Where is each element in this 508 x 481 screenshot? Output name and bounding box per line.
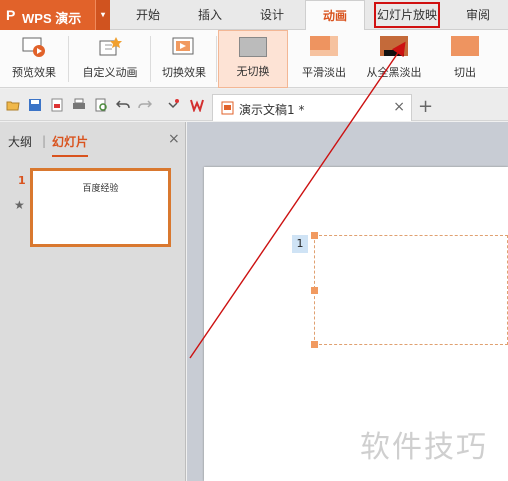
save-icon[interactable] [28, 98, 42, 112]
close-document-icon[interactable]: × [393, 99, 405, 115]
tab-animation[interactable]: 动画 [305, 0, 365, 31]
panel-tab-divider: | [42, 134, 47, 148]
ribbon-divider [150, 36, 151, 82]
resize-handle[interactable] [311, 232, 318, 239]
tab-review[interactable]: 审阅 [450, 0, 506, 30]
no-transition-thumb [239, 37, 267, 57]
cut-out-label: 切出 [454, 66, 476, 79]
export-pdf-icon[interactable] [50, 98, 64, 112]
ribbon-divider [68, 36, 69, 82]
watermark: 软件技巧 [360, 430, 488, 465]
slide-thumbnail[interactable]: 百度经验 [30, 168, 171, 247]
document-tab[interactable]: 演示文稿1 * × [212, 94, 412, 121]
fade-from-black-thumb [380, 36, 408, 56]
ribbon-divider [216, 36, 217, 82]
document-title: 演示文稿1 * [239, 103, 305, 117]
panel-tabs: 大纲 | 幻灯片 × [0, 122, 186, 157]
slide-thumbnail-title: 百度经验 [82, 184, 119, 194]
preview-effect-button[interactable]: 预览效果 [2, 30, 66, 88]
transition-effect-icon [172, 37, 194, 55]
print-icon[interactable] [72, 98, 86, 112]
preview-icon [22, 37, 45, 57]
custom-animation-icon [99, 37, 122, 56]
app-menu-button[interactable]: P WPS 演示 ▾ [0, 0, 110, 30]
tab-start[interactable]: 开始 [122, 0, 174, 30]
slide-number: 1 [18, 174, 26, 187]
custom-animation-button[interactable]: 自定义动画 [74, 30, 146, 88]
fade-from-black-label: 从全黑淡出 [366, 66, 422, 79]
ribbon: 预览效果 自定义动画 切换效果 无切换 平滑淡出 从全黑淡出 切出 [0, 30, 508, 88]
new-tab-icon[interactable]: + [418, 96, 433, 117]
presentation-file-icon [221, 101, 234, 115]
preview-effect-label: 预览效果 [12, 66, 56, 79]
text-placeholder[interactable] [311, 232, 508, 348]
cut-out-thumb [451, 36, 479, 56]
wps-logo-glyph: P [6, 7, 16, 23]
fade-smooth-thumb [310, 36, 338, 56]
smooth-fade-button[interactable]: 平滑淡出 [292, 30, 356, 88]
no-transition-button[interactable]: 无切换 [218, 30, 288, 88]
undo-icon[interactable] [116, 98, 130, 112]
smooth-fade-label: 平滑淡出 [302, 66, 346, 79]
transition-effect-label: 切换效果 [162, 66, 206, 79]
custom-animation-label: 自定义动画 [82, 66, 138, 79]
animation-star-icon: ★ [14, 198, 25, 212]
placeholder-number: 1 [292, 235, 308, 253]
wps-logo-icon[interactable] [190, 98, 204, 112]
no-transition-label: 无切换 [236, 65, 270, 78]
fade-from-black-button[interactable]: 从全黑淡出 [360, 30, 428, 88]
transition-effect-button[interactable]: 切换效果 [154, 30, 214, 88]
menu-bar: P WPS 演示 ▾ 开始 插入 设计 动画 幻灯片放映 审阅 [0, 0, 508, 31]
open-folder-icon[interactable] [6, 98, 20, 112]
customize-dropdown-icon[interactable] [166, 98, 180, 112]
slide-panel: 大纲 | 幻灯片 × 1 ★ 百度经验 [0, 122, 186, 481]
app-dropdown-icon[interactable]: ▾ [95, 0, 110, 30]
print-preview-icon[interactable] [94, 98, 108, 112]
tab-slides[interactable]: 幻灯片 [52, 133, 89, 157]
tab-insert[interactable]: 插入 [182, 0, 238, 30]
tab-design[interactable]: 设计 [244, 0, 300, 30]
resize-handle[interactable] [311, 341, 318, 348]
cut-out-button[interactable]: 切出 [436, 30, 494, 88]
tab-slideshow[interactable]: 幻灯片放映 [374, 2, 440, 28]
app-name: WPS 演示 [22, 11, 82, 26]
close-panel-icon[interactable]: × [168, 131, 180, 147]
redo-icon[interactable] [138, 98, 152, 112]
tab-outline[interactable]: 大纲 [8, 133, 32, 150]
resize-handle[interactable] [311, 287, 318, 294]
